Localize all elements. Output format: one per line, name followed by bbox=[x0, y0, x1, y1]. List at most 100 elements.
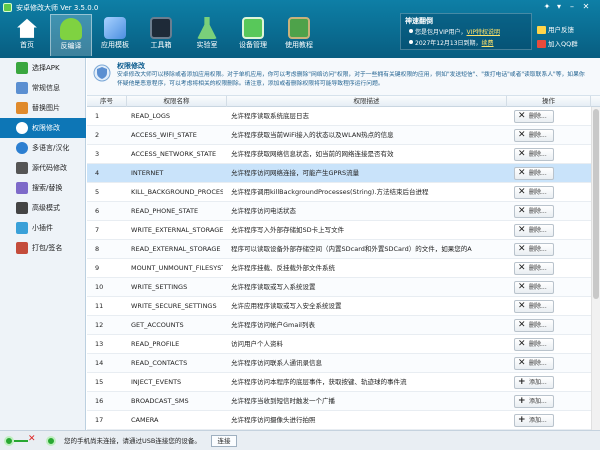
permission-description: 允许程序获取当前WiFi接入的状态以及WLAN热点的信息 bbox=[231, 131, 394, 139]
table-row[interactable]: 5 KILL_BACKGROUND_PROCESSES 允许程序调用killBack… bbox=[87, 183, 600, 202]
minimize-icon[interactable]: – bbox=[566, 2, 578, 12]
table-row[interactable]: 17 CAMERA 允许程序访问摄像头进行拍照 + 添加... bbox=[87, 411, 600, 430]
nav-advanced[interactable]: 高级模式 bbox=[0, 198, 86, 218]
permission-name: READ_EXTERNAL_STORAGE bbox=[131, 245, 221, 253]
remove-permission-button[interactable]: ✕ 删除... bbox=[514, 110, 554, 123]
device-icon bbox=[242, 17, 264, 39]
table-row[interactable]: 14 READ_CONTACTS 允许程序访问联系人通讯录信息 ✕ 删除... bbox=[87, 354, 600, 373]
col-header-index[interactable]: 序号 bbox=[87, 96, 127, 107]
remove-permission-button[interactable]: ✕ 删除... bbox=[514, 129, 554, 142]
row-index: 4 bbox=[95, 169, 100, 177]
nav-plugins[interactable]: 小插件 bbox=[0, 218, 86, 238]
action-label: 添加... bbox=[529, 417, 547, 424]
toolbar-app-template[interactable]: 应用模板 bbox=[94, 14, 136, 56]
feedback-button[interactable]: 用户反馈 bbox=[535, 24, 591, 36]
toolbar-toolbox[interactable]: 工具箱 bbox=[140, 14, 182, 56]
nav-select-apk[interactable]: 选择APK bbox=[0, 58, 86, 78]
table-row[interactable]: 7 WRITE_EXTERNAL_STORAGE 允许程序写入外部存储如SD卡上写文… bbox=[87, 221, 600, 240]
permission-name: BROADCAST_SMS bbox=[131, 397, 189, 405]
remove-permission-button[interactable]: ✕ 删除... bbox=[514, 357, 554, 370]
nav-source-code[interactable]: 源代码修改 bbox=[0, 158, 86, 178]
status-bar: ✕ 您的手机尚未连接，请通过USB连接您的设备。 连接 bbox=[0, 430, 600, 450]
table-row[interactable]: 6 READ_PHONE_STATE 允许程序访问电话状态 ✕ 删除... bbox=[87, 202, 600, 221]
table-row[interactable]: 13 READ_PROFILE 访问用户个人资料 ✕ 删除... bbox=[87, 335, 600, 354]
app-logo-icon bbox=[3, 3, 12, 12]
toolbar-home[interactable]: 首页 bbox=[6, 14, 48, 56]
toolbar-device-manager[interactable]: 设备管理 bbox=[232, 14, 274, 56]
add-permission-button[interactable]: + 添加... bbox=[514, 376, 554, 389]
permission-shield-icon bbox=[93, 64, 111, 82]
renew-link[interactable]: 续费 bbox=[482, 40, 494, 47]
row-index: 17 bbox=[95, 416, 104, 424]
remove-permission-button[interactable]: ✕ 删除... bbox=[514, 281, 554, 294]
remove-permission-button[interactable]: ✕ 删除... bbox=[514, 262, 554, 275]
permission-description: 允许程序读取系统底层日志 bbox=[231, 112, 309, 120]
row-index: 1 bbox=[95, 112, 100, 120]
mail-icon bbox=[537, 26, 546, 34]
add-permission-button[interactable]: + 添加... bbox=[514, 395, 554, 408]
remove-permission-button[interactable]: ✕ 删除... bbox=[514, 319, 554, 332]
table-row[interactable]: 3 ACCESS_NETWORK_STATE 允许程序获取网络信息状态，如当前的网络… bbox=[87, 145, 600, 164]
delete-x-icon: ✕ bbox=[518, 168, 526, 178]
scrollbar-thumb[interactable] bbox=[593, 109, 599, 299]
nav-language[interactable]: 多语言/汉化 bbox=[0, 138, 86, 158]
remove-permission-button[interactable]: ✕ 删除... bbox=[514, 243, 554, 256]
connect-button[interactable]: 连接 bbox=[211, 435, 237, 447]
action-label: 删除... bbox=[529, 151, 547, 158]
table-row[interactable]: 1 READ_LOGS 允许程序读取系统底层日志 ✕ 删除... bbox=[87, 107, 600, 126]
book-icon bbox=[288, 17, 310, 39]
permission-description: 程序可以读取设备外部存储空间（内置SDcard和外置SDCard）的文件，如果您… bbox=[231, 245, 472, 253]
delete-x-icon: ✕ bbox=[518, 301, 526, 311]
table-row[interactable]: 2 ACCESS_WIFI_STATE 允许程序获取当前WiFi接入的状态以及WLA… bbox=[87, 126, 600, 145]
permission-name: WRITE_SECURE_SETTINGS bbox=[131, 302, 217, 310]
remove-permission-button[interactable]: ✕ 删除... bbox=[514, 186, 554, 199]
row-index: 9 bbox=[95, 264, 100, 272]
vip-status-line: 您是包月VIP用户，VIP特权说明 bbox=[409, 27, 500, 36]
col-header-action[interactable]: 操作 bbox=[507, 96, 591, 107]
permission-description: 允许程序访问帐户Gmail列表 bbox=[231, 321, 315, 329]
permission-name: READ_PHONE_STATE bbox=[131, 207, 199, 215]
vertical-scrollbar[interactable] bbox=[591, 107, 600, 430]
menu-icon[interactable]: ▾ bbox=[553, 2, 565, 12]
image-icon bbox=[16, 102, 28, 114]
table-row[interactable]: 11 WRITE_SECURE_SETTINGS 允许应用程序读取或写入安全系统设置… bbox=[87, 297, 600, 316]
toolbar-tutorial[interactable]: 使用教程 bbox=[278, 14, 320, 56]
language-icon bbox=[16, 142, 28, 154]
bullet-icon bbox=[409, 29, 413, 33]
join-qq-button[interactable]: 加入QQ群 bbox=[535, 38, 591, 50]
add-permission-button[interactable]: + 添加... bbox=[514, 414, 554, 427]
remove-permission-button[interactable]: ✕ 删除... bbox=[514, 148, 554, 161]
col-header-desc[interactable]: 权限描述 bbox=[227, 96, 507, 107]
nav-permission-edit[interactable]: 权限修改 bbox=[0, 118, 86, 138]
android-icon bbox=[60, 18, 82, 40]
remove-permission-button[interactable]: ✕ 删除... bbox=[514, 338, 554, 351]
table-row[interactable]: 8 READ_EXTERNAL_STORAGE 程序可以读取设备外部存储空间（内置S… bbox=[87, 240, 600, 259]
nav-general-info[interactable]: 常规信息 bbox=[0, 78, 86, 98]
toolbar-lab[interactable]: 实验室 bbox=[186, 14, 228, 56]
nav-replace-image[interactable]: 替换图片 bbox=[0, 98, 86, 118]
permission-description: 允许程序访问电话状态 bbox=[231, 207, 296, 215]
nav-search-replace[interactable]: 搜索/替换 bbox=[0, 178, 86, 198]
plus-icon: + bbox=[518, 377, 526, 387]
remove-permission-button[interactable]: ✕ 删除... bbox=[514, 300, 554, 313]
table-row[interactable]: 9 MOUNT_UNMOUNT_FILESYSTEMS 允许程序挂载、反挂载外部文件… bbox=[87, 259, 600, 278]
table-row[interactable]: 4 INTERNET 允许程序访问网络连接，可能产生GPRS流量 ✕ 删除... bbox=[87, 164, 600, 183]
permission-name: READ_PROFILE bbox=[131, 340, 180, 348]
table-row[interactable]: 16 BROADCAST_SMS 允许程序当收到短信时触发一个广播 + 添加... bbox=[87, 392, 600, 411]
table-row[interactable]: 10 WRITE_SETTINGS 允许程序读取或写入系统设置 ✕ 删除... bbox=[87, 278, 600, 297]
remove-permission-button[interactable]: ✕ 删除... bbox=[514, 167, 554, 180]
skin-icon[interactable]: ✦ bbox=[541, 2, 553, 12]
col-header-name[interactable]: 权限名称 bbox=[127, 96, 227, 107]
vip-privilege-link[interactable]: VIP特权说明 bbox=[467, 29, 501, 36]
bullet-icon bbox=[409, 40, 413, 44]
nav-package-sign[interactable]: 打包/签名 bbox=[0, 238, 86, 258]
permission-description: 允许程序读取或写入系统设置 bbox=[231, 283, 316, 291]
permission-description: 允许程序当收到短信时触发一个广播 bbox=[231, 397, 335, 405]
remove-permission-button[interactable]: ✕ 删除... bbox=[514, 205, 554, 218]
table-row[interactable]: 12 GET_ACCOUNTS 允许程序访问帐户Gmail列表 ✕ 删除... bbox=[87, 316, 600, 335]
remove-permission-button[interactable]: ✕ 删除... bbox=[514, 224, 554, 237]
delete-x-icon: ✕ bbox=[518, 111, 526, 121]
close-icon[interactable]: ✕ bbox=[580, 2, 592, 12]
toolbar-decompile[interactable]: 反编译 bbox=[50, 14, 92, 56]
table-row[interactable]: 15 INJECT_EVENTS 允许程序访问本程序的底层事件，获取按键、轨迹球的事… bbox=[87, 373, 600, 392]
